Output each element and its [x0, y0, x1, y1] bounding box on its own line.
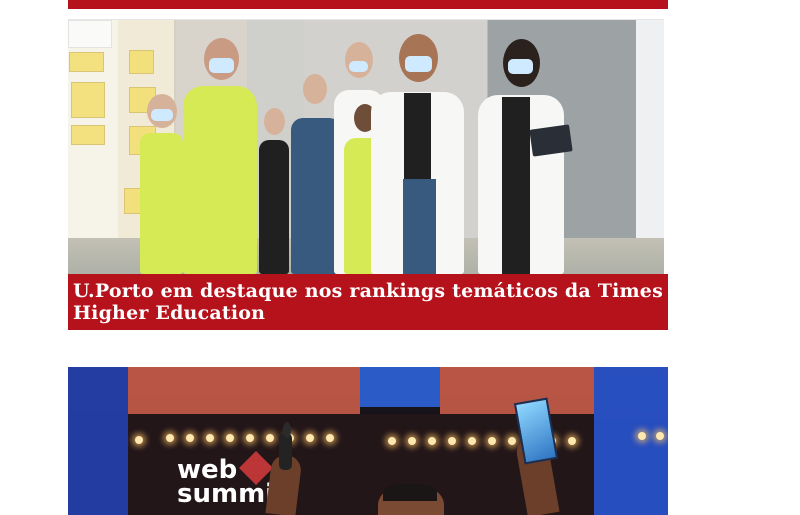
student-figure — [473, 39, 573, 274]
stage-light — [186, 434, 194, 442]
stage-light — [226, 434, 234, 442]
news-photo[interactable] — [68, 19, 664, 274]
speaker-figure — [265, 397, 560, 515]
news-card[interactable]: web summi — [68, 367, 668, 515]
stage-panel — [68, 367, 128, 515]
poster — [69, 52, 104, 72]
stage-light — [166, 434, 174, 442]
news-feed: U.Porto em destaque nos rankings temátic… — [0, 0, 800, 515]
news-card[interactable]: U.Porto em destaque nos rankings temátic… — [68, 19, 668, 330]
news-headline[interactable]: U.Porto em destaque nos rankings temátic… — [68, 274, 668, 330]
student-figure — [254, 108, 294, 274]
stage-light — [135, 436, 143, 444]
previous-headline-strip[interactable] — [68, 0, 668, 9]
corridor-wall — [636, 20, 664, 274]
poster — [129, 50, 154, 74]
student-figure — [365, 34, 473, 274]
poster — [71, 125, 105, 145]
poster — [71, 82, 105, 118]
stage-light — [656, 432, 664, 440]
stage-light — [638, 432, 646, 440]
web-summit-logo-text: summi — [177, 479, 275, 509]
stage-panel — [594, 367, 668, 515]
stage-light — [246, 434, 254, 442]
news-photo[interactable]: web summi — [68, 367, 668, 515]
poster — [68, 20, 112, 48]
stage-light — [206, 434, 214, 442]
stage-light — [568, 437, 576, 445]
